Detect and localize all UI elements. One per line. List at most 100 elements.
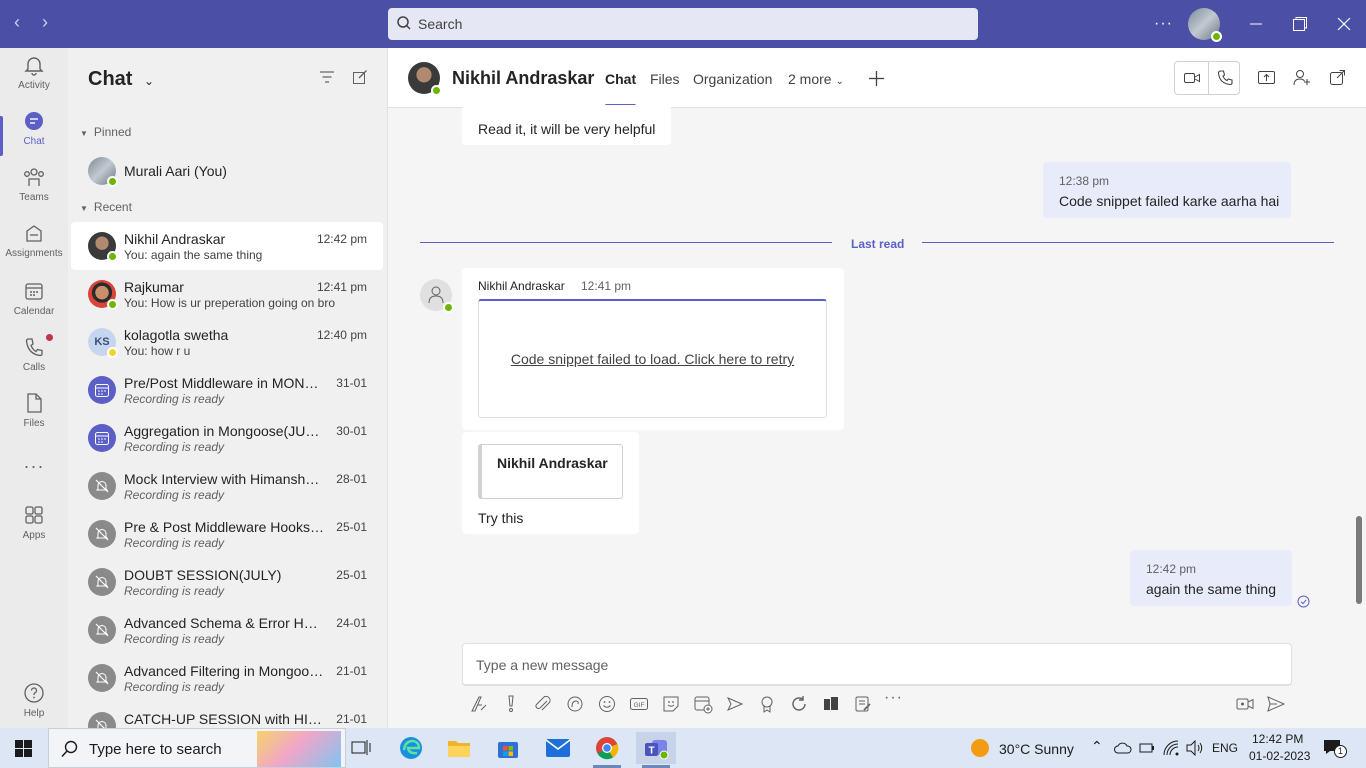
chat-time: 28-01: [336, 472, 367, 486]
more-options-icon[interactable]: ···: [1154, 0, 1173, 48]
more-actions-icon[interactable]: ···: [884, 689, 906, 711]
list-item[interactable]: CATCH-UP SESSION with HIMA... 21-01: [71, 702, 383, 728]
list-item[interactable]: Mock Interview with Himanshu ... Recordin…: [71, 462, 383, 510]
message-text: Code snippet failed karke aarha hai: [1059, 193, 1280, 209]
sticker-icon[interactable]: [660, 693, 682, 715]
rail-calendar[interactable]: Calendar: [0, 280, 68, 332]
volume-icon[interactable]: [1186, 740, 1204, 756]
message-input[interactable]: Type a new message: [462, 643, 1292, 686]
profile-avatar[interactable]: [1188, 0, 1222, 48]
rail-assignments[interactable]: Assignments: [0, 222, 68, 274]
rail-teams[interactable]: Teams: [0, 166, 68, 218]
scrollbar[interactable]: [1356, 516, 1362, 604]
list-item[interactable]: Rajkumar You: How is ur preperation going…: [71, 270, 383, 318]
list-item[interactable]: DOUBT SESSION(JULY) Recording is ready 25-…: [71, 558, 383, 606]
rail-chat[interactable]: Chat: [0, 110, 68, 162]
list-item[interactable]: Pre & Post Middleware Hooks(J... Recordin…: [71, 510, 383, 558]
list-item[interactable]: Murali Aari (You): [71, 147, 383, 195]
send-icon[interactable]: [1265, 693, 1287, 715]
chrome-icon[interactable]: [587, 732, 627, 768]
emoji-icon[interactable]: [596, 693, 618, 715]
language-indicator[interactable]: ENG: [1212, 741, 1238, 755]
battery-plug-icon[interactable]: [1139, 741, 1155, 755]
rail-files[interactable]: Files: [0, 392, 68, 444]
list-item[interactable]: KS kolagotla swetha You: how r u 12:40 pm: [71, 318, 383, 366]
edge-icon[interactable]: [391, 732, 431, 764]
windows-start-icon[interactable]: [15, 740, 32, 757]
stream-icon[interactable]: [724, 693, 746, 715]
list-item[interactable]: Advanced Schema & Error Han... Recording …: [71, 606, 383, 654]
video-clip-icon[interactable]: [1234, 693, 1256, 715]
share-screen-icon[interactable]: [1258, 71, 1275, 85]
quoted-reply-card[interactable]: Nikhil Andraskar: [478, 444, 623, 499]
message-bubble[interactable]: Nikhil Andraskar Try this: [462, 432, 639, 534]
muted-chat-icon: [88, 568, 116, 596]
important-icon[interactable]: [500, 693, 522, 715]
maximize-icon[interactable]: [1293, 0, 1307, 48]
refresh-icon[interactable]: [788, 693, 810, 715]
tab-more[interactable]: 2 more ⌄: [788, 71, 844, 87]
rail-help[interactable]: Help: [0, 682, 68, 734]
tab-organization[interactable]: Organization: [693, 71, 772, 87]
add-people-icon[interactable]: [1293, 69, 1311, 86]
message-time: 12:41 pm: [581, 279, 632, 293]
list-item[interactable]: Pre/Post Middleware in MONG... Recording …: [71, 366, 383, 414]
store-icon[interactable]: [488, 732, 528, 764]
new-chat-icon[interactable]: [353, 70, 367, 84]
list-item[interactable]: Advanced Filtering in Mongoos... Recordin…: [71, 654, 383, 702]
recent-section-header[interactable]: ▼ Recent: [80, 200, 132, 214]
sun-weather-icon[interactable]: [970, 738, 990, 758]
filter-icon[interactable]: [320, 71, 334, 83]
tab-chat[interactable]: Chat: [605, 71, 637, 107]
chat-name: Pre/Post Middleware in MONG...: [124, 375, 324, 391]
approvals-icon[interactable]: [852, 693, 874, 715]
message-bubble-mine[interactable]: 12:42 pm again the same thing: [1130, 550, 1292, 606]
rail-label: Files: [23, 418, 45, 429]
retry-snippet-link[interactable]: Code snippet failed to load. Click here …: [479, 351, 826, 367]
avatar[interactable]: [408, 62, 442, 96]
app-extension-icon[interactable]: [820, 693, 842, 715]
forward-icon[interactable]: ›: [42, 12, 48, 33]
attach-icon[interactable]: [532, 693, 554, 715]
file-explorer-icon[interactable]: [439, 732, 479, 764]
avatar[interactable]: [420, 279, 454, 313]
pinned-section-header[interactable]: ▼ Pinned: [80, 125, 131, 139]
rail-apps[interactable]: Apps: [0, 504, 68, 556]
tab-files[interactable]: Files: [650, 71, 680, 87]
mail-icon[interactable]: [538, 732, 578, 764]
message-bubble[interactable]: Read it, it will be very helpful: [462, 105, 671, 145]
format-icon[interactable]: [468, 693, 490, 715]
loop-icon[interactable]: [564, 693, 586, 715]
add-tab-icon[interactable]: [869, 71, 884, 86]
message-bubble[interactable]: Nikhil Andraskar 12:41 pm Code snippet f…: [462, 268, 844, 430]
clock-date[interactable]: 01-02-2023: [1249, 749, 1310, 763]
schedule-meeting-icon[interactable]: [692, 693, 714, 715]
onedrive-icon[interactable]: [1114, 742, 1132, 754]
clock-time[interactable]: 12:42 PM: [1252, 732, 1303, 746]
gif-icon[interactable]: GIF: [628, 693, 650, 715]
video-call-icon[interactable]: [1184, 71, 1200, 85]
taskbar-search-input[interactable]: Type here to search: [48, 728, 346, 768]
list-item[interactable]: Nikhil Andraskar You: again the same thin…: [71, 222, 383, 270]
chat-time: 30-01: [336, 424, 367, 438]
audio-call-icon[interactable]: [1217, 70, 1233, 86]
list-item[interactable]: Aggregation in Mongoose(JULY) Recording i…: [71, 414, 383, 462]
task-view-icon[interactable]: [341, 732, 381, 764]
praise-icon[interactable]: [756, 693, 778, 715]
search-input[interactable]: Search: [388, 8, 978, 40]
chat-preview: You: How is ur preperation going on bro: [124, 296, 336, 310]
minimize-icon[interactable]: [1250, 0, 1262, 48]
rail-more-icon[interactable]: ···: [0, 456, 68, 508]
back-icon[interactable]: ‹: [14, 12, 20, 33]
notification-center-icon[interactable]: 1: [1323, 739, 1347, 758]
chat-list-title[interactable]: Chat ⌄: [88, 68, 154, 91]
wifi-icon[interactable]: [1163, 740, 1179, 756]
chevron-up-icon[interactable]: ⌃: [1091, 738, 1103, 755]
pop-out-icon[interactable]: [1330, 70, 1345, 85]
rail-calls[interactable]: Calls: [0, 334, 68, 388]
close-icon[interactable]: [1337, 0, 1351, 48]
teams-app-icon[interactable]: T: [636, 732, 676, 768]
rail-activity[interactable]: Activity: [0, 54, 68, 106]
weather-text[interactable]: 30°C Sunny: [999, 741, 1074, 757]
message-bubble-mine[interactable]: 12:38 pm Code snippet failed karke aarha…: [1043, 162, 1291, 218]
